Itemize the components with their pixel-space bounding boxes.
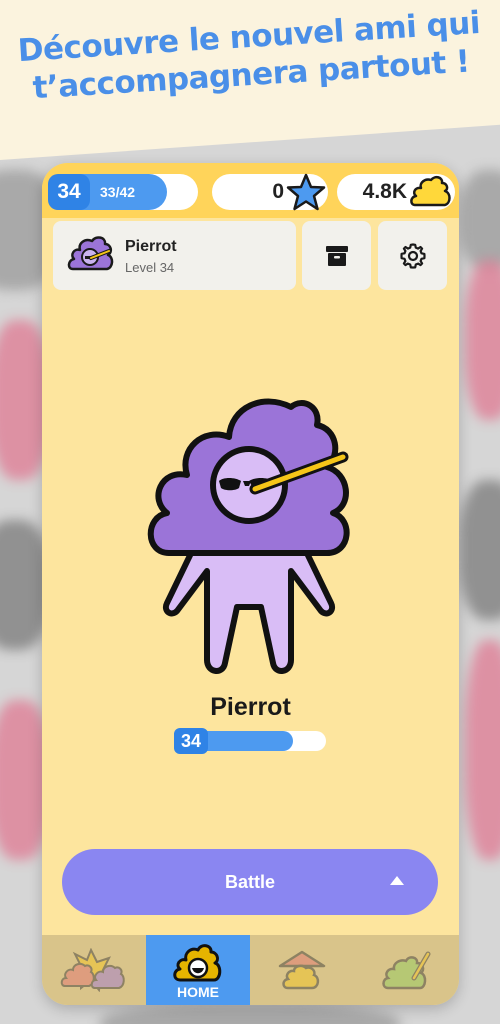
house-icon [278,950,326,990]
character-name: Pierrot [210,693,291,721]
stars-counter[interactable]: 0 [212,173,328,211]
chevron-up-icon [390,876,404,885]
profile-card[interactable]: Pierrot Level 34 [53,221,296,290]
profile-name: Pierrot [125,238,177,255]
star-icon [286,173,326,211]
battle-button[interactable]: Battle [62,849,438,915]
battle-label: Battle [224,871,275,892]
bottom-nav: HOME [42,935,459,1005]
gear-icon [399,242,426,269]
nav-item-paint[interactable] [354,935,458,1005]
nav-label-home: HOME [177,984,219,1000]
character-level-badge: 34 [174,728,208,754]
coins-value: 4.8K [362,180,407,203]
phone-screen: 34 33/42 0 4.8K Pierrot Level 34 Pierrot… [42,163,459,1005]
settings-button[interactable] [378,221,447,290]
archive-button[interactable] [302,221,371,290]
character-level-bar: 34 [174,728,326,754]
stars-value: 0 [272,180,284,203]
home-icon [173,944,222,982]
nav-item-house[interactable] [250,935,354,1005]
level-progress[interactable]: 34 33/42 [48,174,198,210]
nav-item-battle[interactable] [42,935,146,1005]
avatar [67,236,114,271]
battle-icon [60,948,125,992]
xp-count: 33/42 [100,184,136,200]
character-illustration [147,398,350,674]
nav-item-home[interactable]: HOME [146,935,250,1005]
profile-level: Level 34 [125,260,175,275]
archive-icon [325,245,348,266]
coins-counter[interactable]: 4.8K [337,174,455,210]
paint-icon [382,951,431,990]
poop-coin-icon [410,175,451,207]
level-badge: 34 [48,174,90,210]
